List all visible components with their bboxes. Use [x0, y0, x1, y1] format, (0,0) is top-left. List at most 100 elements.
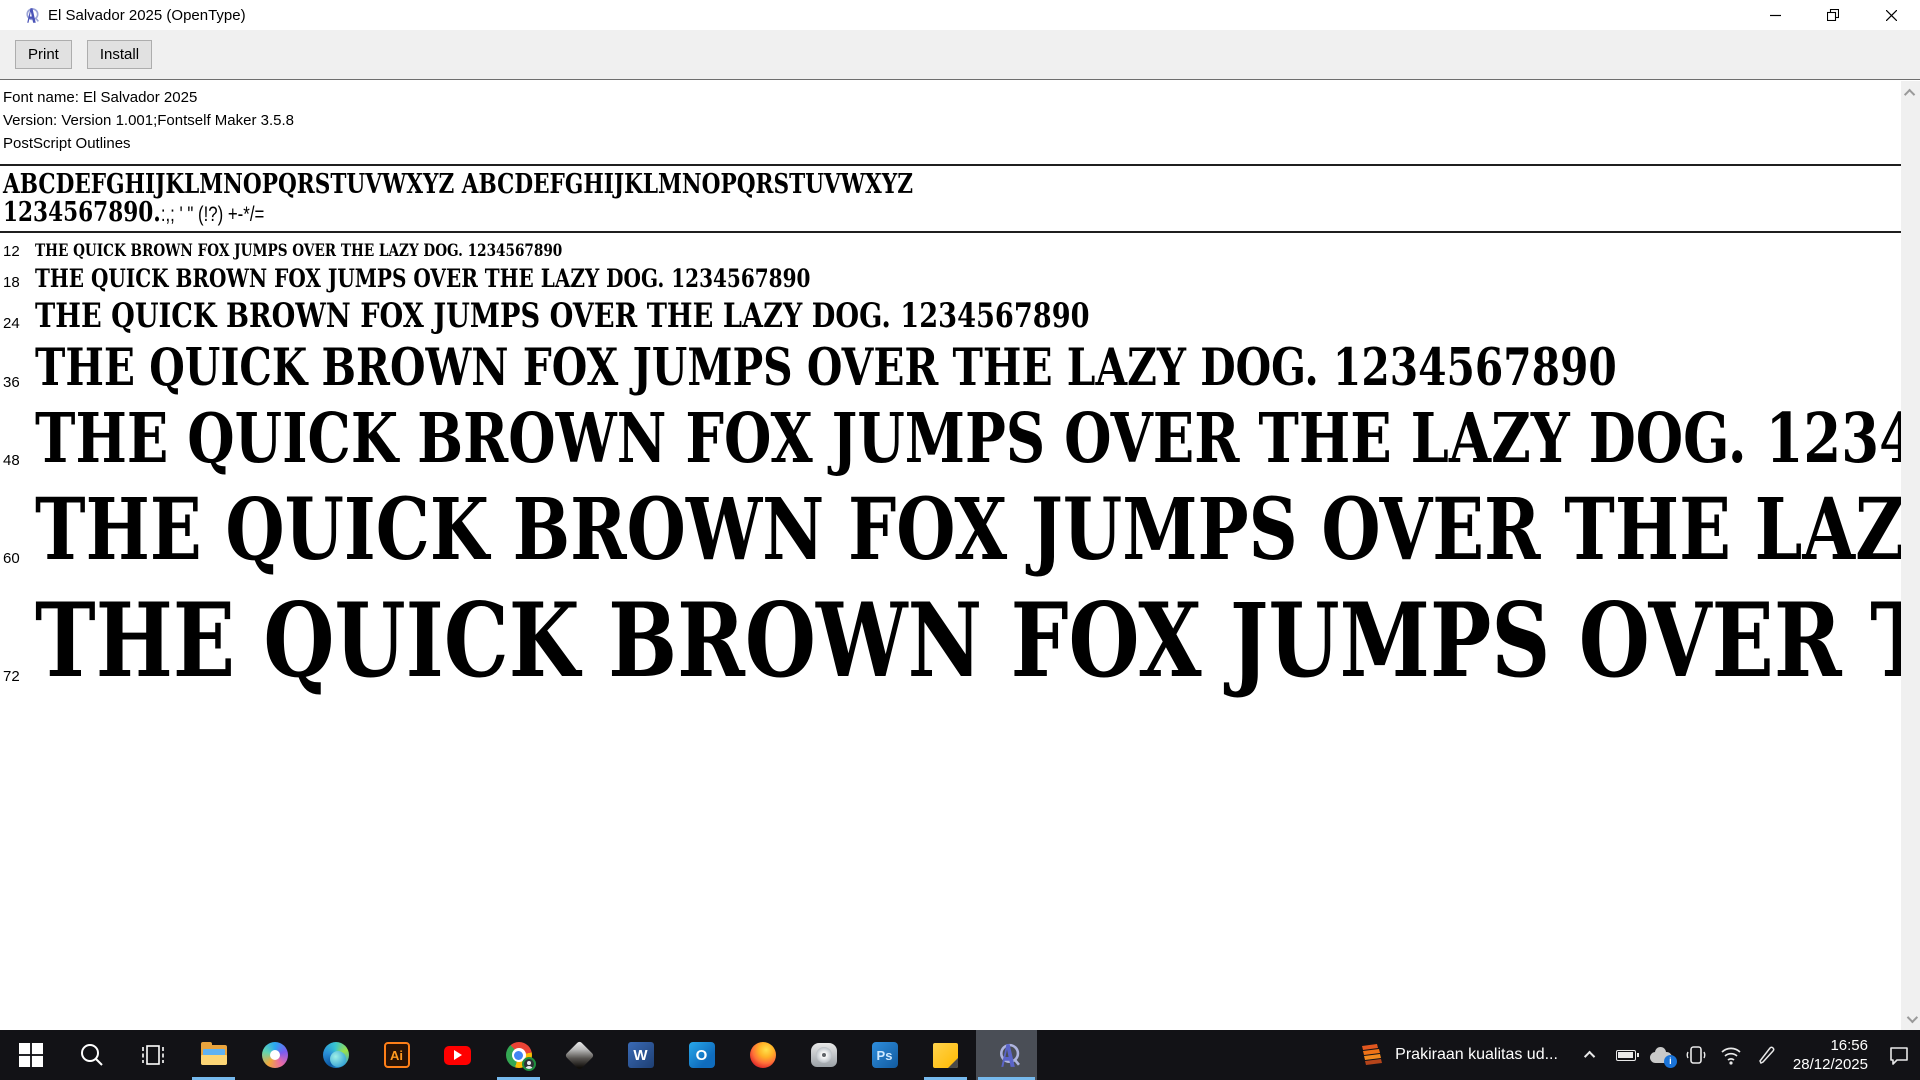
sample-size-label: 12 — [0, 243, 35, 260]
task-view-button[interactable] — [122, 1030, 183, 1080]
weather-widget[interactable]: Prakiraan kualitas ud... — [1343, 1030, 1572, 1080]
sample-text-60: THE QUICK BROWN FOX JUMPS OVER THE LAZY … — [35, 480, 1901, 580]
minimize-button[interactable] — [1746, 0, 1804, 30]
sample-row-24: 24 THE QUICK BROWN FOX JUMPS OVER THE LA… — [0, 296, 1901, 336]
youtube-button[interactable] — [427, 1030, 488, 1080]
vertical-scrollbar[interactable] — [1901, 81, 1920, 1030]
windows-ink-button[interactable] — [1753, 1030, 1779, 1080]
start-button[interactable] — [0, 1030, 61, 1080]
notification-icon — [1887, 1043, 1911, 1067]
word-icon: W — [628, 1042, 654, 1068]
restore-button[interactable] — [1804, 0, 1862, 30]
firefox-icon — [750, 1042, 776, 1068]
sample-text-24: THE QUICK BROWN FOX JUMPS OVER THE LAZY … — [35, 296, 1090, 336]
sample-text-18: THE QUICK BROWN FOX JUMPS OVER THE LAZY … — [35, 264, 810, 293]
format-factory-icon — [811, 1043, 837, 1067]
taskbar-right: Prakiraan kualitas ud... i — [1343, 1030, 1920, 1080]
sample-text-72: THE QUICK BROWN FOX JUMPS OVER THE LAZY … — [35, 581, 1901, 701]
sample-text-36: THE QUICK BROWN FOX JUMPS OVER THE LAZY … — [35, 338, 1617, 398]
file-explorer-icon — [201, 1045, 227, 1065]
window-title: El Salvador 2025 (OpenType) — [48, 7, 246, 24]
clock-time: 16:56 — [1830, 1036, 1868, 1055]
scroll-down-button[interactable] — [1901, 1009, 1920, 1028]
chrome-icon — [506, 1042, 532, 1068]
chrome-profile-badge — [522, 1057, 536, 1071]
sample-row-72: 72 THE QUICK BROWN FOX JUMPS OVER THE LA… — [0, 582, 1901, 701]
youtube-icon — [444, 1046, 471, 1065]
tray-overflow-button[interactable] — [1578, 1030, 1604, 1080]
wifi-icon — [1720, 1044, 1742, 1066]
sample-row-60: 60 THE QUICK BROWN FOX JUMPS OVER THE LA… — [0, 481, 1901, 580]
sample-row-18: 18 THE QUICK BROWN FOX JUMPS OVER THE LA… — [0, 264, 1901, 294]
onedrive-info-badge: i — [1664, 1055, 1677, 1068]
divider — [0, 164, 1901, 166]
format-factory-button[interactable] — [793, 1030, 854, 1080]
sample-size-label: 72 — [0, 668, 35, 685]
punctuation-text: :,; ' " (!?) +-*/= — [161, 203, 264, 226]
digits-text: 1234567890. — [3, 197, 161, 228]
font-viewer-app-icon — [22, 7, 39, 24]
windows-logo-icon — [19, 1043, 43, 1067]
sample-size-label: 60 — [0, 550, 35, 567]
clock-date: 28/12/2025 — [1793, 1055, 1868, 1074]
size-samples: 12 THE QUICK BROWN FOX JUMPS OVER THE LA… — [0, 240, 1901, 701]
file-explorer-button[interactable] — [183, 1030, 244, 1080]
font-name-line: Font name: El Salvador 2025 — [3, 86, 1901, 109]
minimize-icon — [1770, 10, 1781, 21]
sample-size-label: 36 — [0, 374, 35, 391]
restore-icon — [1827, 9, 1839, 21]
install-button[interactable]: Install — [87, 40, 152, 69]
alphabet-text: ABCDEFGHIJKLMNOPQRSTUVWXYZ ABCDEFGHIJKLM… — [3, 169, 913, 200]
edge-button[interactable] — [305, 1030, 366, 1080]
sample-row-48: 48 THE QUICK BROWN FOX JUMPS OVER THE LA… — [0, 400, 1901, 479]
battery-button[interactable] — [1613, 1030, 1639, 1080]
sample-text-12: THE QUICK BROWN FOX JUMPS OVER THE LAZY … — [35, 241, 562, 261]
onedrive-cloud-icon: i — [1650, 1052, 1672, 1063]
network-button[interactable] — [1718, 1030, 1744, 1080]
firefox-button[interactable] — [732, 1030, 793, 1080]
chevron-up-icon — [1903, 88, 1914, 99]
font-info-block: Font name: El Salvador 2025 Version: Ver… — [0, 81, 1901, 155]
font-outline-line: PostScript Outlines — [3, 132, 1901, 155]
photoshop-icon: Ps — [872, 1042, 898, 1068]
caption-buttons — [1746, 0, 1920, 30]
sample-text-48: THE QUICK BROWN FOX JUMPS OVER THE LAZY … — [35, 399, 1901, 479]
pen-icon — [1755, 1044, 1777, 1066]
phone-link-button[interactable] — [1683, 1030, 1709, 1080]
battery-icon — [1616, 1050, 1636, 1061]
scroll-up-button[interactable] — [1901, 83, 1920, 102]
taskbar: Ai W O Ps — [0, 1030, 1920, 1080]
copilot-button[interactable] — [244, 1030, 305, 1080]
sample-row-36: 36 THE QUICK BROWN FOX JUMPS OVER THE LA… — [0, 338, 1901, 398]
photoshop-button[interactable]: Ps — [854, 1030, 915, 1080]
inkscape-icon — [565, 1040, 595, 1070]
numbers-specimen: 1234567890.:,; ' " (!?) +-*/= — [0, 200, 1901, 227]
word-button[interactable]: W — [610, 1030, 671, 1080]
phone-link-icon — [1685, 1044, 1707, 1066]
chrome-button[interactable] — [488, 1030, 549, 1080]
divider — [0, 231, 1901, 233]
sample-size-label: 24 — [0, 315, 35, 332]
search-icon — [79, 1042, 105, 1068]
inkscape-button[interactable] — [549, 1030, 610, 1080]
sticky-notes-button[interactable] — [915, 1030, 976, 1080]
font-viewer-icon — [993, 1042, 1020, 1069]
action-center-button[interactable] — [1878, 1030, 1920, 1080]
outlook-button[interactable]: O — [671, 1030, 732, 1080]
system-tray: i — [1572, 1030, 1785, 1080]
illustrator-button[interactable]: Ai — [366, 1030, 427, 1080]
close-icon — [1886, 10, 1897, 21]
copilot-icon — [262, 1042, 288, 1068]
titlebar: El Salvador 2025 (OpenType) — [0, 0, 1920, 30]
search-button[interactable] — [61, 1030, 122, 1080]
sample-size-label: 48 — [0, 452, 35, 469]
font-viewer-taskbar-button[interactable] — [976, 1030, 1037, 1080]
print-button[interactable]: Print — [15, 40, 72, 69]
close-button[interactable] — [1862, 0, 1920, 30]
alphabet-specimen: ABCDEFGHIJKLMNOPQRSTUVWXYZ ABCDEFGHIJKLM… — [0, 169, 1901, 200]
sticky-notes-icon — [933, 1043, 958, 1068]
clock[interactable]: 16:56 28/12/2025 — [1785, 1030, 1878, 1080]
font-viewer-window: El Salvador 2025 (OpenType) Print Instal… — [0, 0, 1920, 1030]
toolbar: Print Install — [0, 30, 1920, 80]
onedrive-button[interactable]: i — [1648, 1030, 1674, 1080]
